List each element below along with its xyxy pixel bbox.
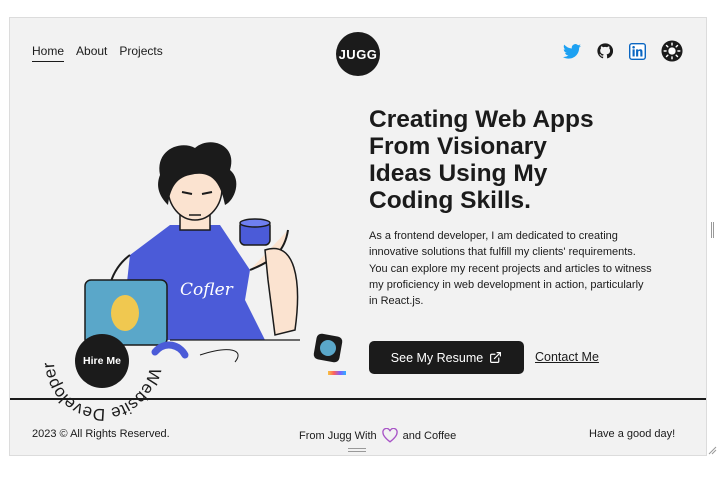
hero-title-line: Ideas Using My [369,160,548,187]
see-resume-button[interactable]: See My Resume [369,341,524,374]
nav-link-home[interactable]: Home [32,44,65,62]
vertical-resize-handle[interactable] [711,222,714,238]
footer-made-suffix: and Coffee [402,429,457,442]
heart-icon [381,428,398,443]
hero-title-line: Creating Web Apps [369,106,594,133]
main-nav: Home About Projects [32,44,163,62]
decorative-color-bar [328,371,346,375]
theme-toggle-sun-icon[interactable] [661,40,683,62]
footer-made-with: From Jugg With and Coffee [299,428,456,443]
nav-link-about[interactable]: About [76,44,107,62]
resize-handle[interactable] [348,448,366,452]
site-logo[interactable]: JUGG [336,32,380,76]
footer-copyright: 2023 © All Rights Reserved. [32,428,170,440]
see-resume-label: See My Resume [390,350,484,365]
corner-resize-icon[interactable] [708,446,717,455]
external-link-icon [490,352,502,363]
nav-link-projects[interactable]: Projects [119,44,162,62]
contact-me-link[interactable]: Contact Me [535,350,599,364]
footer-greeting: Have a good day! [589,428,676,440]
linkedin-icon[interactable] [626,40,648,62]
twitter-icon[interactable] [561,40,583,62]
shirt-text: Cofler [180,280,234,300]
footer-made-prefix: From Jugg With [299,429,377,442]
hero-title-line: Coding Skills. [369,187,531,214]
hero-description: As a frontend developer, I am dedicated … [369,230,652,308]
github-icon[interactable] [594,40,616,62]
hero-title-line: From Visionary [369,133,547,160]
browser-viewport: Home About Projects JUGG Cofler ebsite D… [9,17,707,456]
hire-me-button[interactable]: Hire Me [75,334,129,388]
hire-me-badge: Website Developer. Hire Me [42,301,162,421]
footer-divider [10,398,706,400]
hero-title: Creating Web Apps From Visionary Ideas U… [369,106,669,214]
